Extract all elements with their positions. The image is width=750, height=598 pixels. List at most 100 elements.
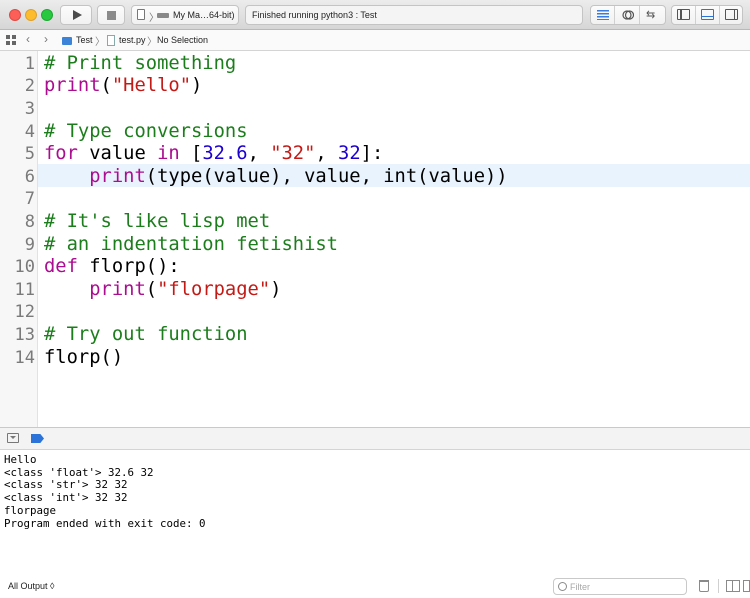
line-number: 8 [24, 212, 35, 232]
code-token: # Print something [44, 52, 237, 74]
filter-input[interactable] [570, 580, 680, 593]
code-line[interactable]: 3 [0, 98, 750, 121]
code-token: , [315, 143, 339, 165]
document-icon [137, 9, 145, 20]
assistant-editor-icon [622, 10, 634, 20]
code-token: ( [145, 278, 158, 300]
code-line[interactable]: 12 [0, 301, 750, 324]
chevron-right-icon: 〉 [95, 37, 105, 48]
chevron-right-icon: 〉 [147, 37, 157, 48]
stop-icon [107, 11, 116, 20]
toggle-utilities-button[interactable] [720, 6, 744, 24]
code-line[interactable]: 6 print(type(value), value, int(value)) [0, 166, 750, 189]
code-token: "florpage" [157, 278, 271, 300]
code-token: 32.6 [202, 143, 248, 165]
breadcrumb-file[interactable]: test.py [119, 35, 146, 45]
breadcrumb-project[interactable]: Test [76, 35, 93, 45]
code-token: "Hello" [111, 75, 192, 97]
code-token: # an indentation fetishist [44, 233, 338, 255]
code-token: # Try out function [44, 324, 248, 345]
code-token: ( [100, 75, 112, 97]
jump-bar: ‹ › Test 〉 test.py 〉 No Selection [0, 30, 750, 51]
project-folder-icon [62, 37, 72, 45]
console-filter-field[interactable] [553, 578, 687, 595]
code-token: # It's like lisp met [44, 211, 271, 232]
hide-debug-area-icon[interactable] [7, 433, 19, 443]
window-toolbar: 〉 My Ma…64-bit) Finished running python3… [0, 0, 750, 30]
back-arrow-icon[interactable]: ‹ [26, 32, 30, 46]
code-line[interactable]: 5 for value in [32.6, "32", 32]: [0, 143, 750, 166]
code-line[interactable]: 10 def florp(): [0, 256, 750, 279]
code-line[interactable]: 9 # an indentation fetishist [0, 234, 750, 257]
standard-editor-icon [597, 10, 609, 20]
python-file-icon [107, 35, 115, 46]
code-line[interactable]: 11 print("florpage") [0, 279, 750, 302]
activity-viewer: Finished running python3 : Test [245, 5, 583, 25]
code-line[interactable]: 4 # Type conversions [0, 121, 750, 144]
code-token: florp(): [77, 256, 180, 278]
standard-editor-button[interactable] [591, 6, 615, 24]
variables-view-toggle-icon[interactable] [726, 580, 740, 592]
code-text: print("florpage") [44, 279, 281, 302]
code-token: print [89, 165, 146, 187]
version-editor-icon: ⇆ [646, 9, 656, 21]
line-number: 7 [24, 189, 35, 210]
line-number: 3 [24, 99, 35, 119]
scheme-selector[interactable]: 〉 My Ma…64-bit) [131, 5, 239, 25]
line-number: 11 [14, 279, 35, 300]
toggle-debug-area-button[interactable] [696, 6, 720, 24]
related-items-icon[interactable] [6, 35, 16, 45]
code-line[interactable]: 13 # Try out function [0, 324, 750, 347]
code-line[interactable]: 8 # It's like lisp met [0, 211, 750, 234]
zoom-window-button[interactable] [41, 9, 53, 21]
code-text: # an indentation fetishist [44, 234, 338, 257]
activity-status-text: Finished running python3 : Test [252, 10, 377, 20]
console-output[interactable]: Hello <class 'float'> 32.6 32 <class 'st… [0, 450, 750, 574]
code-token: for [44, 143, 78, 165]
line-number: 14 [14, 347, 35, 368]
code-line[interactable]: 14 florp() [0, 347, 750, 370]
minimize-window-button[interactable] [25, 9, 37, 21]
filter-icon [558, 582, 567, 591]
editor-mode-control: ⇆ [590, 5, 666, 25]
line-number: 9 [24, 234, 35, 255]
code-text: # Print something [44, 53, 236, 76]
code-token: ) [191, 75, 203, 97]
code-text: # Try out function [44, 324, 248, 347]
stop-button[interactable] [97, 5, 125, 25]
line-number: 4 [24, 121, 35, 142]
code-token: def [44, 256, 78, 278]
trash-icon[interactable] [699, 580, 709, 592]
console-line: <class 'int'> 32 32 [4, 491, 128, 505]
code-text: print("Hello") [44, 75, 202, 98]
line-number: 13 [14, 325, 35, 345]
forward-arrow-icon[interactable]: › [44, 32, 48, 46]
code-text: print(type(value), value, int(value)) [44, 165, 507, 189]
version-editor-button[interactable]: ⇆ [641, 6, 665, 24]
code-text: florp() [44, 347, 123, 370]
code-token: "32" [270, 143, 316, 165]
console-view-toggle-icon[interactable] [743, 580, 750, 592]
output-filter-selector[interactable]: All Output ◊ [8, 581, 54, 591]
divider [718, 579, 719, 593]
toggle-navigator-button[interactable] [672, 6, 696, 24]
navigator-panel-icon [677, 9, 690, 20]
code-token: print [89, 278, 146, 300]
breakpoints-toggle-icon[interactable] [31, 434, 44, 443]
code-token: [ [179, 143, 203, 165]
line-number: 2 [24, 76, 35, 97]
code-token: in [157, 143, 180, 165]
line-number: 5 [24, 144, 35, 165]
close-window-button[interactable] [9, 9, 21, 21]
code-line[interactable]: 2 print("Hello") [0, 75, 750, 98]
breadcrumb-selection[interactable]: No Selection [157, 35, 208, 45]
console-line: Hello [4, 453, 37, 466]
code-token: ) [270, 278, 282, 300]
source-editor[interactable]: 1 # Print something 2 print("Hello") 3 4 # Typ… [0, 51, 750, 427]
code-line[interactable]: 7 [0, 188, 750, 211]
run-button[interactable] [60, 5, 92, 25]
code-line[interactable]: 1 # Print something [0, 53, 750, 76]
assistant-editor-button[interactable] [616, 6, 640, 24]
line-number: 6 [24, 166, 35, 187]
